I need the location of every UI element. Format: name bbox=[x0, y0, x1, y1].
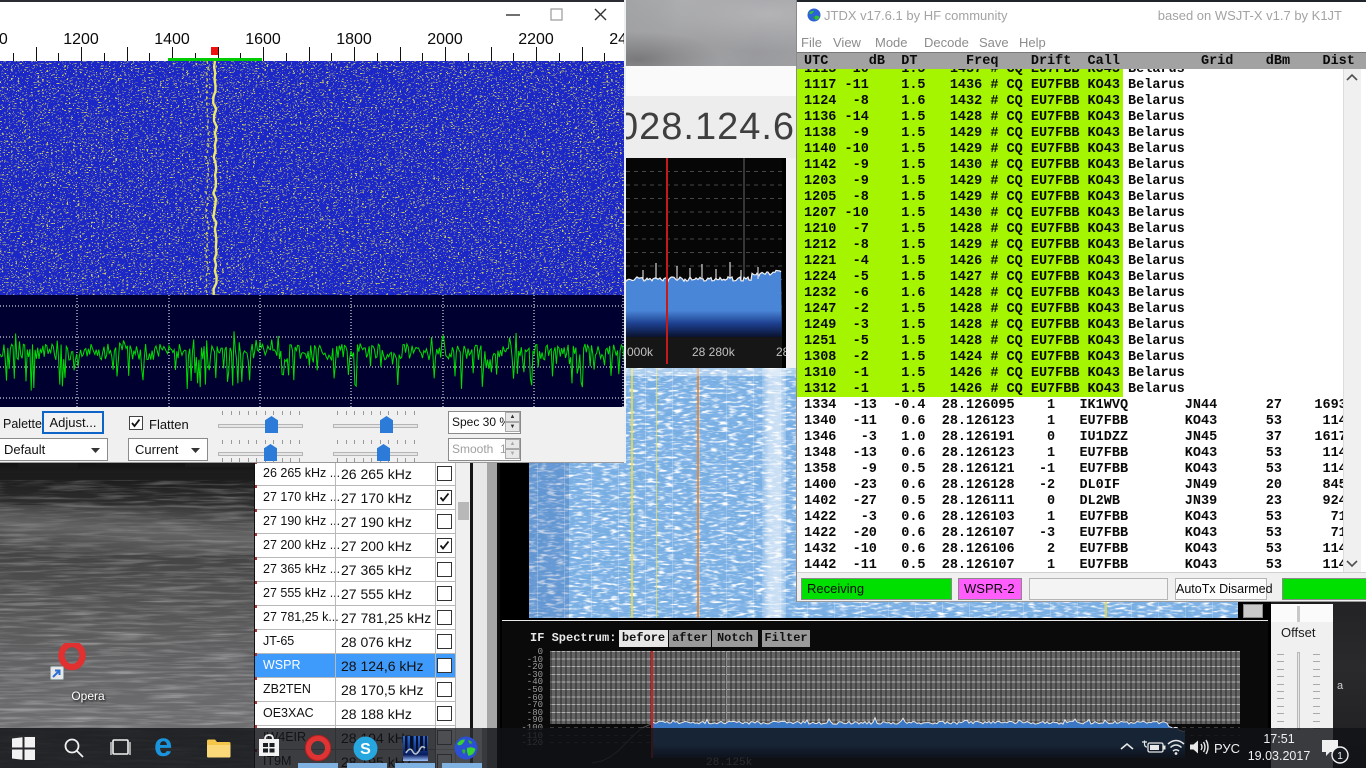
svg-text:1: 1 bbox=[1337, 751, 1343, 762]
svg-text:S: S bbox=[360, 741, 371, 758]
